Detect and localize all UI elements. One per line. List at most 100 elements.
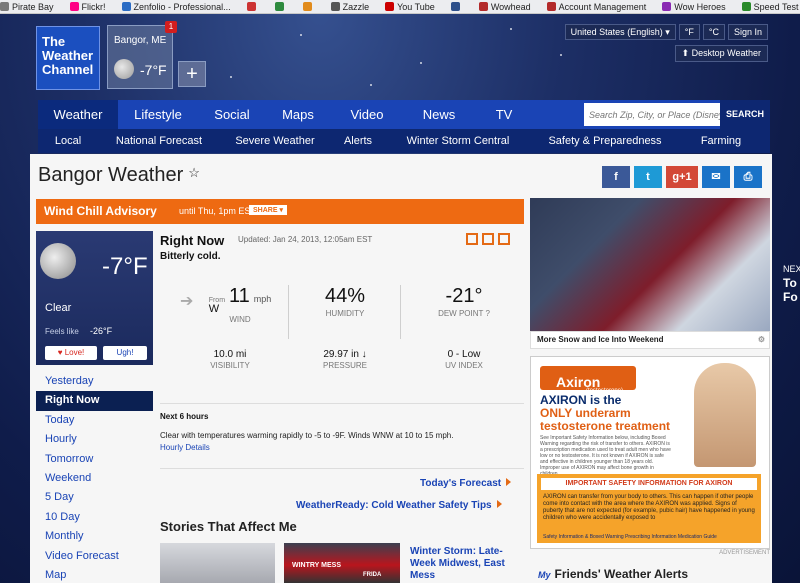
ad-safety-text: AXIRON can transfer from your body to ot… — [543, 494, 755, 521]
subnav-severe-weather[interactable]: Severe Weather — [220, 129, 330, 153]
advisory-title: Wind Chill Advisory — [44, 204, 157, 218]
side-item-monthly[interactable]: Monthly — [36, 527, 153, 546]
stat-divider — [400, 285, 401, 339]
weatherready-link[interactable]: WeatherReady: Cold Weather Safety Tips — [296, 500, 502, 511]
bookmark-account-management[interactable]: Account Management — [546, 2, 646, 12]
bookmark-wow-heroes[interactable]: Wow Heroes — [662, 2, 726, 12]
subnav-local[interactable]: Local — [38, 129, 98, 153]
visibility-label: VISIBILITY — [210, 361, 250, 370]
bookmark-wowhead[interactable]: Wowhead — [478, 2, 531, 12]
section-divider — [160, 403, 524, 404]
humidity-value: 44% — [324, 285, 366, 307]
ad-small-print: See Important Safety Information below, … — [540, 435, 671, 477]
bookmark-pirate-bay[interactable]: Pirate Bay — [0, 2, 54, 12]
nav-video[interactable]: Video — [330, 100, 404, 129]
nav-news[interactable]: News — [404, 100, 474, 129]
mobile-icon[interactable] — [498, 233, 510, 245]
nav-social[interactable]: Social — [198, 100, 266, 129]
subnav-alerts[interactable]: Alerts — [330, 129, 386, 153]
current-conditions-card: -7°F Clear Feels like -26°F ♥ Love! Ugh! — [36, 231, 153, 365]
bookmark-zazzle[interactable]: Zazzle — [330, 2, 369, 12]
region-select[interactable]: United States (English) ▾ — [564, 24, 676, 40]
feels-like-label: Feels like — [45, 327, 79, 336]
moon-icon — [40, 243, 76, 279]
subnav-winter-storm-central[interactable]: Winter Storm Central — [386, 129, 530, 153]
bookmark-speed-test[interactable]: Speed Test | Bandwidt... — [741, 2, 800, 12]
favorite-star-icon[interactable]: ☆ — [188, 165, 200, 180]
advertisement[interactable]: Axiron (testosterone) topical solution ⓒ… — [530, 356, 770, 549]
friends-weather-alerts-title: My Friends' Weather Alerts — [538, 567, 689, 581]
current-temp: -7°F — [102, 253, 148, 280]
side-item-video-forecast[interactable]: Video Forecast — [36, 547, 153, 566]
side-item-10-day[interactable]: 10 Day — [36, 508, 153, 527]
desktop-weather-button[interactable]: ⬆ Desktop Weather — [674, 45, 768, 62]
print-icon[interactable]: ⎙ — [734, 166, 762, 188]
video-player[interactable] — [530, 198, 770, 331]
bookmark-icon-3[interactable] — [302, 2, 315, 11]
help-icon[interactable]: ? — [485, 309, 489, 318]
sign-in-link[interactable]: Sign In — [727, 24, 768, 40]
forecast-side-menu: Yesterday Right Now Today Hourly Tomorro… — [36, 372, 153, 583]
save-icon[interactable] — [482, 233, 494, 245]
wind-unit: mph — [253, 294, 272, 304]
arrow-right-icon — [496, 500, 502, 508]
facebook-icon[interactable]: f — [602, 166, 630, 188]
bookmark-icon-2[interactable] — [274, 2, 287, 11]
side-item-weekend[interactable]: Weekend — [36, 469, 153, 488]
bookmark-icon-4[interactable] — [450, 2, 463, 11]
side-item-tomorrow[interactable]: Tomorrow — [36, 450, 153, 469]
ugh-button[interactable]: Ugh! — [103, 346, 147, 360]
rss-icon[interactable] — [466, 233, 478, 245]
nav-lifestyle[interactable]: Lifestyle — [118, 100, 198, 129]
side-item-hourly[interactable]: Hourly — [36, 430, 153, 449]
offscreen-next-panel[interactable]: NEXT To Fo — [783, 262, 800, 304]
todays-forecast-link[interactable]: Today's Forecast — [420, 478, 512, 489]
unit-c-toggle[interactable]: °C — [702, 24, 725, 40]
side-item-today[interactable]: Today — [36, 411, 153, 430]
side-item-map[interactable]: Map — [36, 566, 153, 583]
gear-icon[interactable]: ⚙ — [758, 332, 765, 348]
advisory-until: until Thu, 1pm EST — [179, 206, 256, 216]
bookmark-zenfolio[interactable]: Zenfolio - Professional... — [121, 2, 231, 12]
share-button[interactable]: SHARE ▾ — [249, 205, 287, 215]
video-caption[interactable]: More Snow and Ice Into Weekend ⚙ — [530, 331, 770, 349]
nav-maps[interactable]: Maps — [266, 100, 330, 129]
weather-channel-logo[interactable]: The Weather Channel — [36, 26, 100, 90]
twitter-icon[interactable]: t — [634, 166, 662, 188]
bookmark-icon-1[interactable] — [246, 2, 259, 11]
subnav-farming[interactable]: Farming — [680, 129, 762, 153]
add-location-button[interactable]: + — [178, 61, 206, 87]
subnav-safety-preparedness[interactable]: Safety & Preparedness — [530, 129, 680, 153]
sub-nav: Local National Forecast Severe Weather A… — [38, 129, 770, 153]
nav-tv[interactable]: TV — [474, 100, 534, 129]
side-item-right-now[interactable]: Right Now — [36, 391, 153, 411]
next-hours-title: Next 6 hours — [160, 412, 209, 421]
sky-star — [230, 76, 232, 78]
ad-safety-links[interactable]: Safety Information & Boxed Warning Presc… — [543, 534, 717, 540]
wind-value-row: From W 11 mph — [200, 285, 280, 315]
bookmark-flickr[interactable]: Flickr! — [69, 2, 106, 12]
bookmark-youtube[interactable]: You Tube — [385, 2, 435, 12]
story-thumbnail[interactable] — [160, 543, 275, 583]
story-title-link[interactable]: Winter Storm: Late-Week Midwest, East Me… — [410, 546, 520, 582]
google-plus-icon[interactable]: g+1 — [666, 166, 698, 188]
side-item-5-day[interactable]: 5 Day — [36, 488, 153, 507]
search-button[interactable]: SEARCH — [720, 100, 770, 129]
side-item-yesterday[interactable]: Yesterday — [36, 372, 153, 391]
story-thumbnail[interactable]: WINTRY MESS FRIDA — [284, 543, 400, 583]
bookmark-red-icon — [246, 2, 256, 11]
nav-weather[interactable]: Weather — [38, 100, 118, 129]
email-icon[interactable]: ✉ — [702, 166, 730, 188]
social-share-bar: f t g+1 ✉ ⎙ — [602, 166, 762, 188]
zenfolio-icon — [121, 2, 131, 11]
subnav-national-forecast[interactable]: National Forecast — [98, 129, 220, 153]
hourly-details-link[interactable]: Hourly Details — [160, 443, 520, 452]
right-now-title: Right Now — [160, 233, 225, 248]
love-button[interactable]: ♥ Love! — [45, 346, 97, 360]
section-divider — [160, 468, 524, 469]
wind-chill-advisory-banner[interactable]: Wind Chill Advisory until Thu, 1pm EST S… — [36, 199, 524, 224]
pirate-bay-icon — [0, 2, 9, 11]
unit-f-toggle[interactable]: °F — [678, 24, 700, 40]
wowhead-icon — [478, 2, 488, 11]
saved-location-card[interactable]: Bangor, ME -7°F 1 — [107, 21, 177, 89]
